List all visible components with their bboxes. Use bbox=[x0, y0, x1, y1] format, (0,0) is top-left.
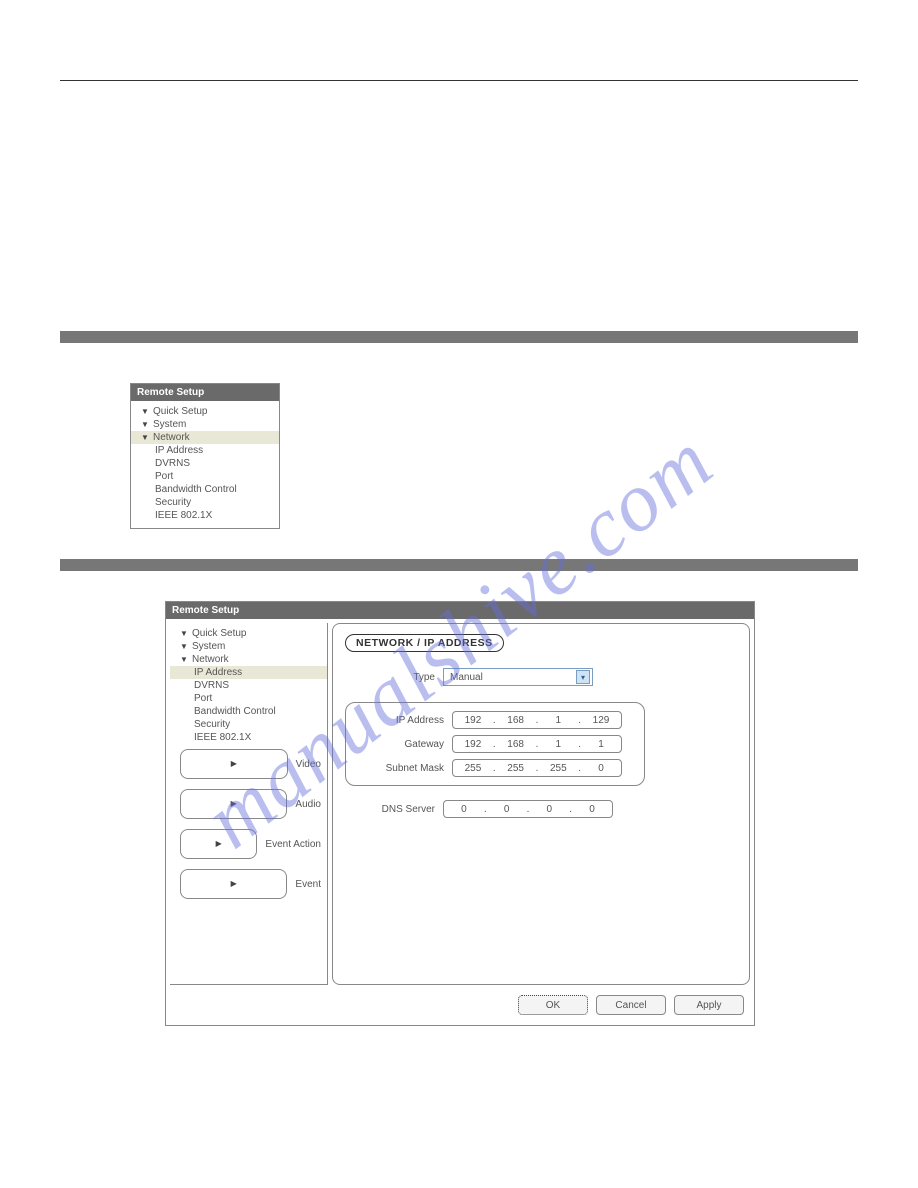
dialog-tree: Quick Setup System Network IP Address DV… bbox=[170, 623, 328, 985]
tree-item-network[interactable]: Network bbox=[170, 653, 327, 666]
tree-label: Quick Setup bbox=[153, 406, 207, 417]
tree-label: IEEE 802.1X bbox=[194, 732, 251, 743]
tree-label: Event Action bbox=[265, 839, 321, 850]
tree-label: Video bbox=[296, 759, 321, 770]
tree-label: Security bbox=[194, 719, 230, 730]
ip-octet: 0 bbox=[587, 763, 615, 774]
tree-label: DVRNS bbox=[194, 680, 229, 691]
tree-label: Quick Setup bbox=[192, 628, 246, 639]
tree-label: Port bbox=[155, 471, 173, 482]
tree-item-security[interactable]: Security bbox=[170, 718, 327, 731]
apply-button[interactable]: Apply bbox=[674, 995, 744, 1015]
dialog-footer: OK Cancel Apply bbox=[166, 989, 754, 1025]
chevron-down-icon bbox=[141, 407, 149, 416]
subnet-label: Subnet Mask bbox=[354, 763, 444, 774]
ip-octet: 0 bbox=[578, 804, 606, 815]
chevron-down-icon bbox=[180, 629, 188, 638]
tree-item-bandwidth[interactable]: Bandwidth Control bbox=[131, 483, 279, 496]
chevron-right-icon bbox=[180, 869, 287, 899]
tree-label: Security bbox=[155, 497, 191, 508]
content-section-title: NETWORK / IP ADDRESS bbox=[345, 634, 504, 652]
tree-item-port[interactable]: Port bbox=[131, 470, 279, 483]
gateway-label: Gateway bbox=[354, 739, 444, 750]
type-label: Type bbox=[345, 672, 435, 683]
ip-octet: 0 bbox=[493, 804, 521, 815]
tree-label: System bbox=[192, 641, 225, 652]
ip-octet: 168 bbox=[502, 739, 530, 750]
dialog-title: Remote Setup bbox=[166, 602, 754, 619]
ip-octet: 255 bbox=[502, 763, 530, 774]
chevron-down-icon bbox=[141, 420, 149, 429]
ip-octet: 1 bbox=[544, 739, 572, 750]
tree-label: DVRNS bbox=[155, 458, 190, 469]
tree-item-system[interactable]: System bbox=[131, 418, 279, 431]
tree-item-audio[interactable]: Audio bbox=[170, 784, 327, 824]
tree-label: Port bbox=[194, 693, 212, 704]
small-tree: Quick Setup System Network IP Address DV… bbox=[131, 401, 279, 528]
dns-input[interactable]: 0. 0. 0. 0 bbox=[443, 800, 613, 818]
section-bar-2 bbox=[60, 559, 858, 571]
chevron-right-icon bbox=[180, 789, 287, 819]
tree-label: IEEE 802.1X bbox=[155, 510, 212, 521]
ip-field-group: IP Address 192. 168. 1. 129 Gateway 192.… bbox=[345, 702, 645, 786]
chevron-right-icon bbox=[180, 829, 257, 859]
tree-item-ieee8021x[interactable]: IEEE 802.1X bbox=[170, 731, 327, 744]
tree-item-event[interactable]: Event bbox=[170, 864, 327, 904]
remote-setup-dialog: Remote Setup Quick Setup System Network … bbox=[165, 601, 755, 1026]
tree-item-ieee8021x[interactable]: IEEE 802.1X bbox=[131, 509, 279, 522]
chevron-down-icon bbox=[180, 655, 188, 664]
tree-item-network[interactable]: Network bbox=[131, 431, 279, 444]
ip-octet: 129 bbox=[587, 715, 615, 726]
tree-label: IP Address bbox=[194, 667, 242, 678]
tree-item-dvrns[interactable]: DVRNS bbox=[170, 679, 327, 692]
tree-item-quick-setup[interactable]: Quick Setup bbox=[131, 405, 279, 418]
tree-item-video[interactable]: Video bbox=[170, 744, 327, 784]
section-bar-1 bbox=[60, 331, 858, 343]
ip-octet: 192 bbox=[459, 739, 487, 750]
ip-octet: 192 bbox=[459, 715, 487, 726]
gateway-input[interactable]: 192. 168. 1. 1 bbox=[452, 735, 622, 753]
ip-octet: 1 bbox=[544, 715, 572, 726]
tree-label: Bandwidth Control bbox=[194, 706, 276, 717]
ip-label: IP Address bbox=[354, 715, 444, 726]
small-panel-title: Remote Setup bbox=[131, 384, 279, 401]
ip-octet: 255 bbox=[459, 763, 487, 774]
ip-octet: 1 bbox=[587, 739, 615, 750]
dns-label: DNS Server bbox=[345, 804, 435, 815]
ip-octet: 0 bbox=[535, 804, 563, 815]
tree-item-ip-address[interactable]: IP Address bbox=[131, 444, 279, 457]
page-divider bbox=[60, 80, 858, 81]
tree-item-dvrns[interactable]: DVRNS bbox=[131, 457, 279, 470]
ip-octet: 0 bbox=[450, 804, 478, 815]
chevron-down-icon: ▾ bbox=[576, 670, 590, 684]
tree-item-bandwidth[interactable]: Bandwidth Control bbox=[170, 705, 327, 718]
dialog-content: NETWORK / IP ADDRESS Type Manual ▾ IP Ad… bbox=[332, 623, 750, 985]
cancel-button[interactable]: Cancel bbox=[596, 995, 666, 1015]
tree-item-quick-setup[interactable]: Quick Setup bbox=[170, 627, 327, 640]
type-select[interactable]: Manual ▾ bbox=[443, 668, 593, 686]
ip-octet: 255 bbox=[544, 763, 572, 774]
chevron-right-icon bbox=[180, 749, 288, 779]
tree-item-port[interactable]: Port bbox=[170, 692, 327, 705]
ip-octet: 168 bbox=[502, 715, 530, 726]
chevron-down-icon bbox=[141, 433, 149, 442]
tree-label: Network bbox=[153, 432, 190, 443]
subnet-input[interactable]: 255. 255. 255. 0 bbox=[452, 759, 622, 777]
tree-label: System bbox=[153, 419, 186, 430]
ip-address-input[interactable]: 192. 168. 1. 129 bbox=[452, 711, 622, 729]
tree-label: IP Address bbox=[155, 445, 203, 456]
ok-button[interactable]: OK bbox=[518, 995, 588, 1015]
tree-item-ip-address[interactable]: IP Address bbox=[170, 666, 327, 679]
tree-label: Event bbox=[295, 879, 321, 890]
tree-label: Network bbox=[192, 654, 229, 665]
tree-item-event-action[interactable]: Event Action bbox=[170, 824, 327, 864]
tree-label: Bandwidth Control bbox=[155, 484, 237, 495]
type-value: Manual bbox=[450, 672, 483, 683]
remote-setup-small-panel: Remote Setup Quick Setup System Network … bbox=[130, 383, 280, 529]
tree-item-security[interactable]: Security bbox=[131, 496, 279, 509]
tree-item-system[interactable]: System bbox=[170, 640, 327, 653]
chevron-down-icon bbox=[180, 642, 188, 651]
tree-label: Audio bbox=[295, 799, 321, 810]
